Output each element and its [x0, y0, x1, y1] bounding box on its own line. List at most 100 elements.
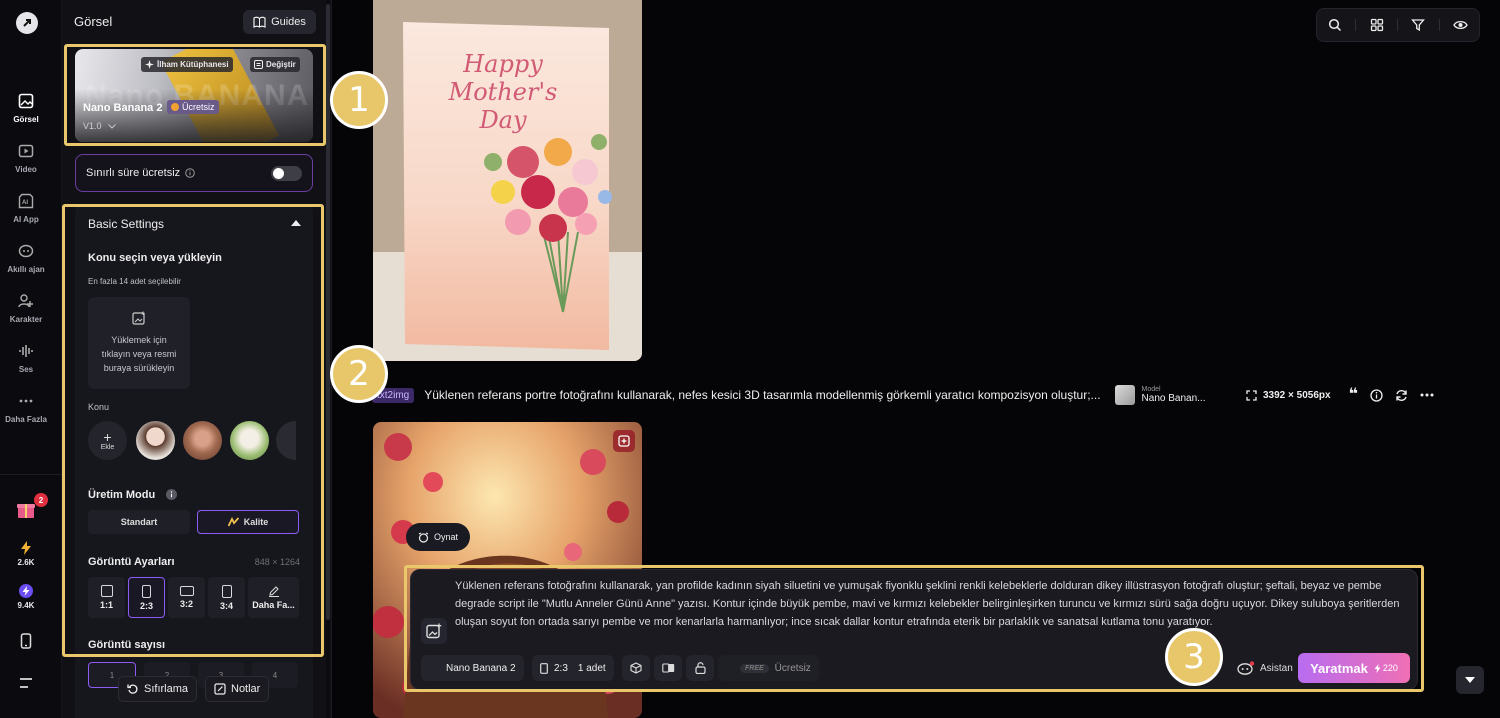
free-label: Ücretsiz — [182, 102, 215, 112]
mode-label: Standart — [120, 517, 158, 527]
rail-label: AI App — [13, 215, 39, 224]
play-button[interactable]: Oynat — [406, 523, 470, 551]
composer-model-select[interactable]: Nano Banana 2 — [421, 655, 524, 681]
rail-item-more[interactable]: Daha Fazla — [0, 392, 52, 424]
style-button[interactable] — [622, 655, 650, 681]
audio-icon — [17, 342, 35, 360]
annotation-badge-2: 2 — [330, 345, 388, 403]
limited-free-label: Sınırlı süre ücretsiz — [86, 167, 181, 179]
generated-image-card[interactable]: Happy Mother's Day — [373, 0, 642, 361]
add-to-canvas-button[interactable] — [613, 430, 635, 452]
gift-badge: 2 — [34, 493, 48, 507]
image-icon — [17, 92, 35, 110]
pricing-chip[interactable]: FREE Ücretsiz — [718, 655, 819, 681]
more-options-icon[interactable] — [1420, 393, 1434, 397]
panel-title: Görsel — [74, 14, 113, 29]
model-card-overlay — [75, 89, 313, 142]
scroll-down-button[interactable] — [1456, 666, 1484, 694]
info-icon[interactable] — [166, 489, 177, 500]
prompt-textarea[interactable]: Yüklenen referans fotoğrafını kullanarak… — [455, 577, 1405, 631]
rail-label: Görsel — [13, 115, 39, 124]
quote-icon[interactable]: ❝ — [1349, 387, 1358, 403]
regenerate-icon[interactable] — [1395, 389, 1408, 402]
change-label: Değiştir — [266, 60, 296, 69]
filter-icon[interactable] — [1411, 18, 1426, 32]
settings-panel: Görsel Guides Nano BANANA 2 İlham Kütüph… — [62, 0, 332, 718]
assistant-icon — [1237, 661, 1255, 675]
cost-value: 220 — [1382, 663, 1398, 673]
inspiration-library-button[interactable]: İlham Kütüphanesi — [141, 57, 233, 72]
ratio-more[interactable]: Daha Fa... — [248, 577, 299, 618]
coin-icon — [171, 103, 179, 111]
mobile-button[interactable] — [0, 633, 52, 649]
credits-premium[interactable]: 9.4K — [0, 584, 52, 610]
rail-item-ai-app[interactable]: AI AI App — [0, 192, 52, 224]
add-subject-button[interactable]: + Ekle — [88, 421, 127, 460]
info-icon[interactable] — [185, 168, 195, 178]
credits-daily[interactable]: 2.6K — [0, 541, 52, 567]
ai-app-icon: AI — [17, 192, 35, 210]
basic-settings-title[interactable]: Basic Settings — [88, 217, 164, 231]
menu-button[interactable] — [0, 677, 52, 689]
rail-item-video[interactable]: Video — [0, 142, 52, 174]
guides-label: Guides — [271, 16, 306, 28]
basic-settings-section: Basic Settings Konu seçin veya yükleyin … — [75, 204, 313, 718]
composer-ratio-count-select[interactable]: 2:3 1 adet — [532, 655, 614, 681]
eye-icon[interactable] — [1453, 19, 1468, 31]
generation-prompt-preview[interactable]: Yüklenen referans portre fotoğrafını kul… — [424, 388, 1100, 402]
info-icon[interactable] — [1370, 388, 1383, 402]
ratio-3-4[interactable]: 3:4 — [208, 577, 245, 618]
toolbar-separator — [1355, 19, 1357, 31]
ratio-shape — [179, 586, 194, 596]
collapse-caret-icon[interactable] — [291, 220, 301, 226]
subject-avatar[interactable] — [183, 421, 222, 460]
lightning-icon — [1374, 663, 1381, 673]
lock-button[interactable] — [686, 655, 714, 681]
notes-label: Notlar — [231, 683, 261, 695]
subject-title: Konu seçin veya yükleyin — [88, 252, 222, 264]
rail-item-image[interactable]: Görsel — [0, 92, 52, 124]
subject-avatar[interactable] — [136, 421, 175, 460]
attach-image-button[interactable] — [421, 618, 447, 644]
image-add-icon — [426, 623, 442, 639]
annotation-badge-3: 3 — [1165, 628, 1223, 686]
ratio-2-3[interactable]: 2:3 — [128, 577, 165, 618]
ratio-3-2[interactable]: 3:2 — [168, 577, 205, 618]
free-badge: Ücretsiz — [167, 100, 219, 114]
guides-button[interactable]: Guides — [243, 10, 316, 34]
rail-item-character[interactable]: Karakter — [0, 292, 52, 324]
card-text-mothers: Mother's — [448, 78, 558, 106]
mode-quality-button[interactable]: Kalite — [197, 510, 299, 534]
change-model-button[interactable]: Değiştir — [250, 57, 300, 72]
notes-button[interactable]: Notlar — [205, 676, 270, 702]
subject-hint: En fazla 14 adet seçilebilir — [88, 277, 181, 286]
version-value: V1.0 — [83, 121, 102, 131]
rail-item-audio[interactable]: Ses — [0, 342, 52, 374]
mode-standard-button[interactable]: Standart — [88, 510, 190, 534]
subject-avatar[interactable] — [230, 421, 269, 460]
limited-free-toggle-row: Sınırlı süre ücretsiz — [75, 154, 313, 192]
app-logo[interactable] — [16, 12, 38, 34]
search-icon[interactable] — [1328, 18, 1342, 32]
composer-ratio: 2:3 — [554, 662, 568, 674]
notes-icon — [214, 683, 226, 695]
grid-icon[interactable] — [1370, 18, 1384, 32]
limited-free-toggle[interactable] — [271, 166, 302, 181]
reset-button[interactable]: Sıfırlama — [118, 676, 198, 702]
more-icon — [17, 392, 35, 410]
expand-icon[interactable] — [1246, 389, 1257, 401]
meta-model: Model Nano Banan... — [1114, 385, 1205, 405]
reference-button[interactable] — [654, 655, 682, 681]
subject-avatar[interactable] — [276, 421, 296, 460]
create-button[interactable]: Yaratmak 220 — [1298, 653, 1410, 683]
gallery-toolbar — [1316, 8, 1480, 42]
ratio-1-1[interactable]: 1:1 — [88, 577, 125, 618]
composer-price: Ücretsiz — [774, 662, 811, 674]
image-add-icon — [132, 311, 146, 325]
upload-dropzone[interactable]: Yüklemek için tıklayın veya resmi buraya… — [88, 297, 190, 389]
rail-item-agent[interactable]: Akıllı ajan — [0, 242, 52, 274]
agent-icon — [17, 242, 35, 260]
version-select[interactable]: V1.0 — [83, 121, 116, 131]
model-card[interactable]: Nano BANANA 2 İlham Kütüphanesi Değiştir… — [75, 49, 313, 142]
assistant-button[interactable]: Asistan — [1237, 656, 1293, 680]
